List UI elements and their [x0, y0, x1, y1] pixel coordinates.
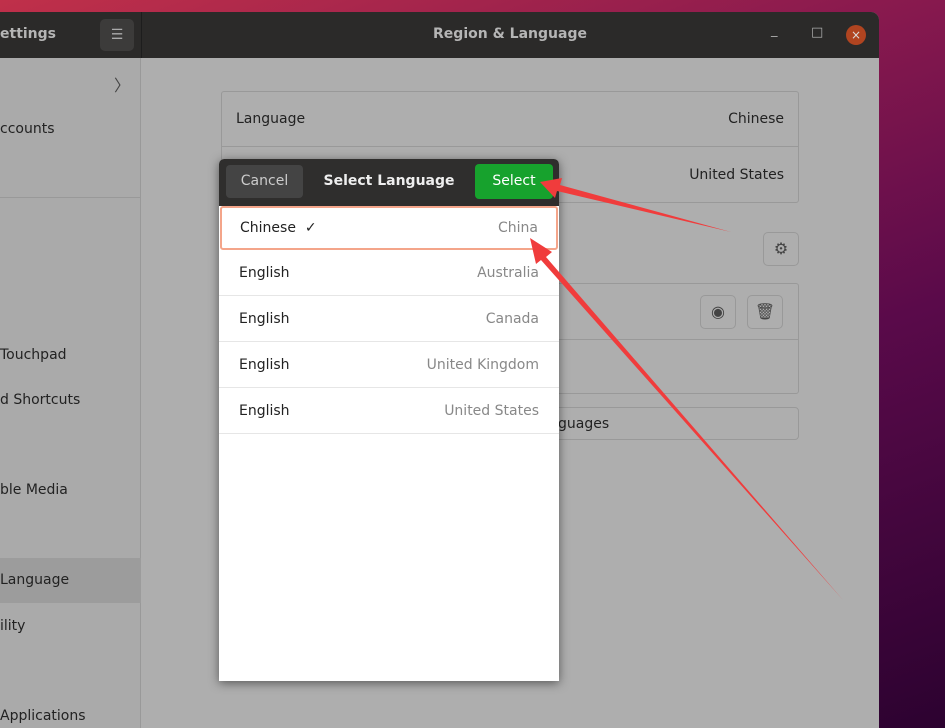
- gear-icon[interactable]: ⚙: [763, 232, 799, 266]
- row-value: United States: [689, 166, 784, 183]
- sidebar: 〉 ccounts Touchpad d Shortcuts ble Media…: [0, 58, 141, 728]
- sidebar-item-removable-media[interactable]: ble Media: [0, 468, 141, 513]
- sidebar-item-accessibility[interactable]: ility: [0, 604, 141, 649]
- divider: [141, 12, 142, 58]
- region-name: Australia: [477, 264, 539, 281]
- list-item[interactable]: English Australia: [219, 250, 559, 296]
- trash-icon[interactable]: 🗑: [747, 295, 783, 329]
- dialog-header: Cancel Select Language Select: [219, 159, 559, 206]
- language-name: English: [239, 264, 290, 281]
- sidebar-item-mouse-touchpad[interactable]: Touchpad: [0, 333, 141, 378]
- language-name: Chinese: [240, 220, 296, 236]
- eye-icon[interactable]: ◉: [700, 295, 736, 329]
- row-label: Language: [236, 111, 306, 127]
- menu-button[interactable]: ☰: [100, 19, 134, 51]
- region-name: United States: [444, 402, 539, 419]
- row-value: Chinese: [728, 111, 784, 127]
- sidebar-item-keyboard-shortcuts[interactable]: d Shortcuts: [0, 378, 141, 423]
- language-name: English: [239, 310, 290, 327]
- divider: [0, 197, 141, 198]
- select-button[interactable]: Select: [475, 164, 553, 199]
- checkmark-icon: ✓: [304, 220, 317, 236]
- dialog-title: Select Language: [323, 173, 455, 189]
- list-item[interactable]: English United States: [219, 388, 559, 434]
- title-bar: ettings ☰ Region & Language _ □ ×: [0, 12, 879, 58]
- chevron-right-icon[interactable]: 〉: [114, 72, 130, 96]
- window-title: Region & Language: [433, 26, 587, 42]
- region-name: Canada: [485, 310, 539, 327]
- list-item[interactable]: English United Kingdom: [219, 342, 559, 388]
- cancel-button[interactable]: Cancel: [226, 165, 303, 198]
- list-item[interactable]: English Canada: [219, 296, 559, 342]
- minimize-button[interactable]: _: [771, 23, 778, 38]
- select-language-dialog: Cancel Select Language Select Chinese ✓ C…: [219, 159, 559, 681]
- region-name: China: [498, 220, 538, 236]
- language-name: English: [239, 356, 290, 373]
- sidebar-item-default-applications[interactable]: Applications: [0, 694, 141, 728]
- list-item[interactable]: Chinese ✓ China: [220, 206, 558, 250]
- region-name: United Kingdom: [426, 356, 539, 373]
- app-title: ettings: [0, 26, 56, 42]
- close-button[interactable]: ×: [846, 25, 866, 45]
- sidebar-item-online-accounts[interactable]: ccounts: [0, 107, 141, 152]
- language-row[interactable]: Language Chinese: [222, 92, 798, 147]
- sidebar-item-region-language[interactable]: Language: [0, 558, 141, 603]
- language-name: English: [239, 402, 290, 419]
- button-label: guages: [558, 416, 610, 432]
- maximize-button[interactable]: □: [811, 25, 823, 40]
